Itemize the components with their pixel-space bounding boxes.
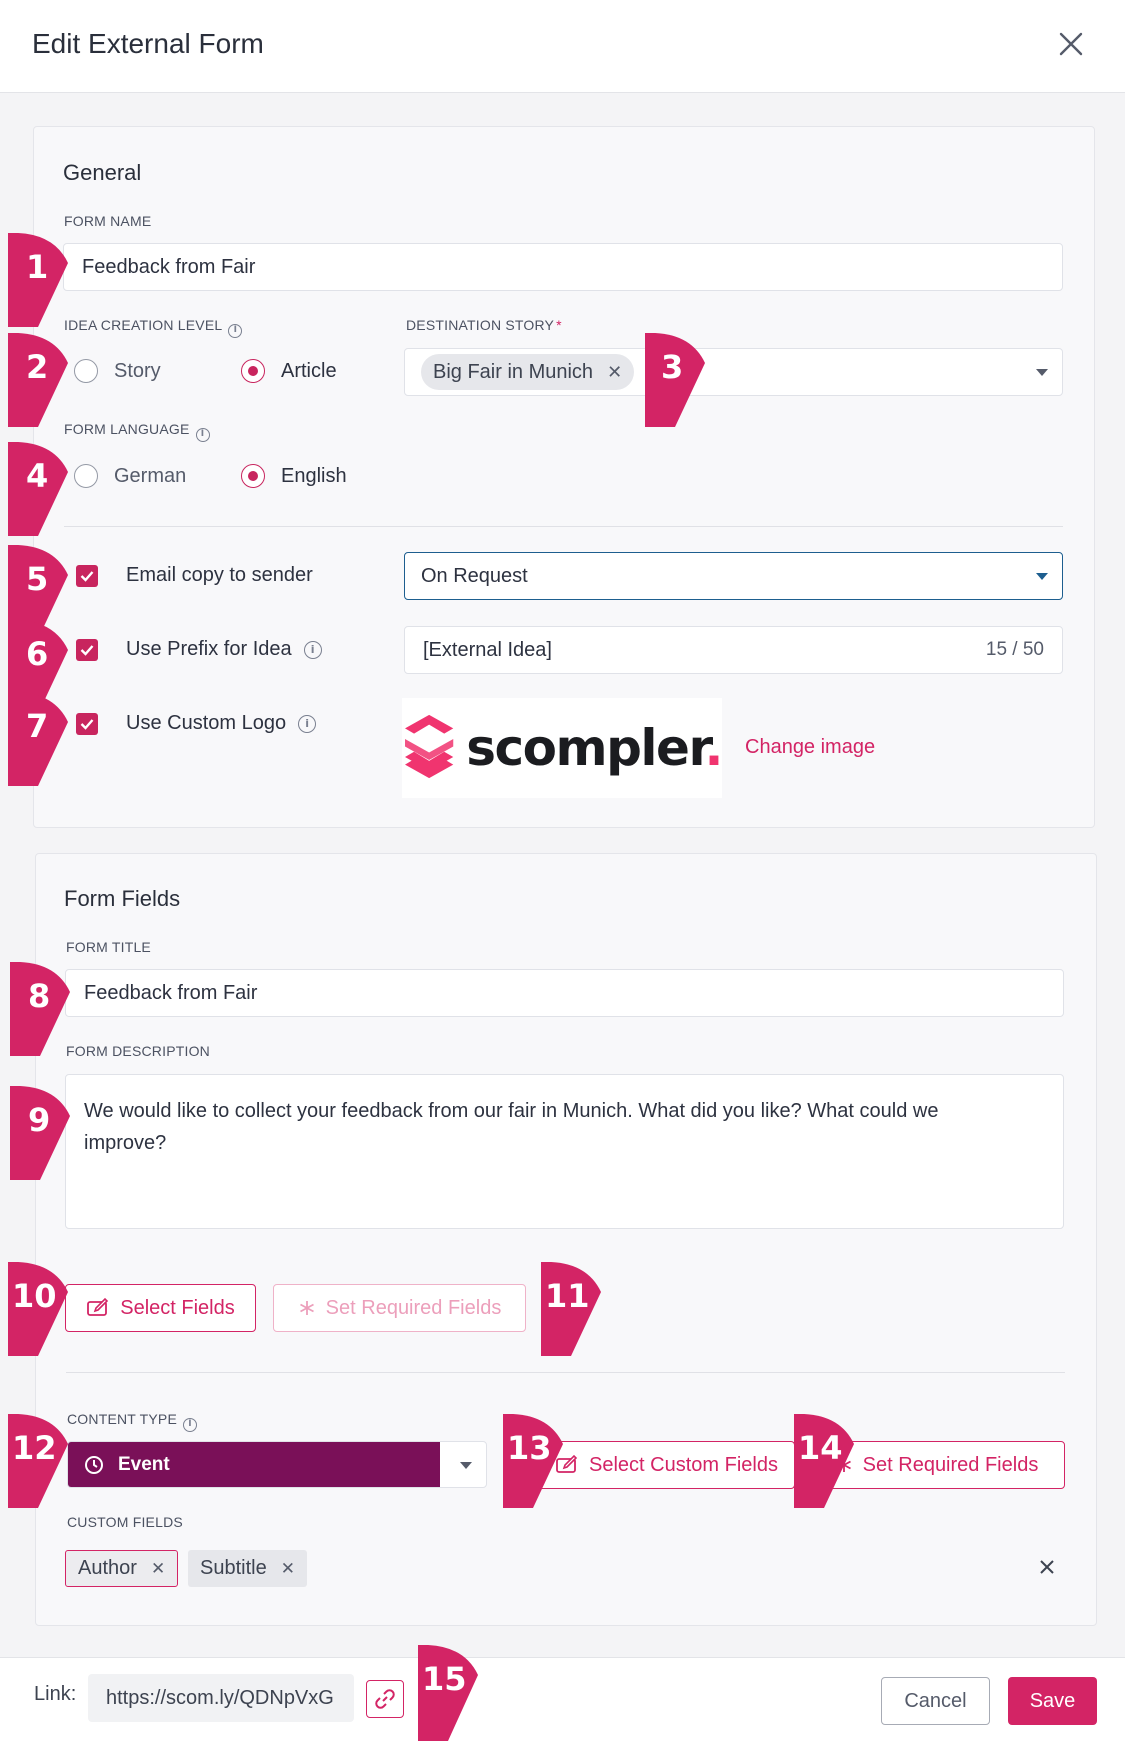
custom-field-tag-author[interactable]: Author ✕ [65, 1550, 179, 1587]
change-image-link[interactable]: Change image [745, 736, 875, 759]
chevron-down-icon [1036, 369, 1048, 376]
tag-label: Author [78, 1557, 137, 1579]
tag-label: Big Fair in Munich [433, 360, 594, 383]
set-required-fields-button-disabled[interactable]: Set Required Fields [273, 1284, 526, 1332]
remove-tag-icon[interactable]: ✕ [151, 1559, 165, 1579]
idea-level-article-radio[interactable]: Article [241, 359, 337, 383]
callout-marker-10: 10 [8, 1262, 78, 1362]
callout-marker-8: 8 [10, 962, 80, 1062]
copy-link-button[interactable] [366, 1680, 404, 1718]
link-label: Link: [34, 1683, 77, 1705]
callout-marker-4: 4 [8, 442, 78, 542]
email-copy-label: Email copy to sender [126, 564, 313, 586]
asterisk-icon [298, 1299, 316, 1317]
email-copy-checkbox[interactable] [76, 564, 98, 587]
divider [66, 1372, 1065, 1373]
button-label: Set Required Fields [325, 1296, 502, 1319]
logo-wordmark: scompler. [466, 719, 723, 777]
language-english-radio[interactable]: English [241, 464, 347, 488]
scompler-logo-icon [405, 714, 454, 779]
remove-tag-icon[interactable]: ✕ [607, 362, 622, 383]
form-name-input[interactable]: Feedback from Fair [63, 243, 1063, 291]
select-custom-fields-button[interactable]: Select Custom Fields [538, 1441, 795, 1489]
form-title-label: FORM TITLE [66, 939, 151, 955]
radio-label: Story [114, 359, 161, 382]
button-label: Select Custom Fields [589, 1453, 778, 1476]
custom-logo-label: Use Custom Logo [126, 712, 287, 734]
content-type-select[interactable]: Event [67, 1441, 487, 1488]
destination-story-label: DESTINATION STORY * [406, 317, 562, 333]
prefix-input[interactable]: [External Idea] 15 / 50 [404, 626, 1063, 674]
custom-logo-row: Use Custom Logo i [76, 712, 317, 735]
link-icon [375, 1689, 395, 1709]
link-url-field[interactable]: https://scom.ly/QDNpVxG [88, 1674, 354, 1722]
callout-marker-9: 9 [10, 1086, 80, 1186]
custom-field-tag-subtitle[interactable]: Subtitle ✕ [188, 1550, 307, 1587]
idea-level-story-radio[interactable]: Story [74, 359, 161, 383]
destination-story-tag: Big Fair in Munich ✕ [421, 354, 635, 390]
idea-level-label: IDEA CREATION LEVEL i [64, 317, 243, 338]
email-copy-mode-select[interactable]: On Request [404, 552, 1063, 600]
select-value: On Request [421, 564, 528, 587]
callout-marker-12: 12 [8, 1414, 78, 1514]
form-fields-title: Form Fields [64, 886, 181, 911]
chevron-down-icon [1036, 573, 1048, 580]
general-title: General [63, 160, 142, 185]
destination-story-select[interactable]: Big Fair in Munich ✕ [404, 348, 1063, 396]
language-german-radio[interactable]: German [74, 464, 186, 488]
form-description-textarea[interactable]: We would like to collect your feedback f… [65, 1074, 1064, 1229]
callout-marker-11: 11 [541, 1262, 611, 1362]
form-title-input[interactable]: Feedback from Fair [65, 969, 1064, 1017]
callout-marker-15: 15 [418, 1645, 488, 1741]
info-icon[interactable]: i [303, 640, 322, 659]
prefix-row: Use Prefix for Idea i [76, 638, 322, 661]
callout-marker-2: 2 [8, 333, 78, 433]
cancel-button[interactable]: Cancel [881, 1677, 990, 1725]
dialog-header: Edit External Form [0, 0, 1125, 93]
custom-logo-checkbox[interactable] [76, 712, 98, 735]
prefix-label: Use Prefix for Idea [126, 638, 292, 660]
chevron-down-icon [460, 1461, 472, 1469]
radio-label: German [114, 464, 187, 487]
custom-fields-label: CUSTOM FIELDS [67, 1514, 183, 1530]
content-type-label: CONTENT TYPE i [67, 1411, 198, 1432]
dialog-title: Edit External Form [32, 28, 264, 59]
callout-marker-14: 14 [794, 1414, 864, 1514]
button-label: Select Fields [120, 1296, 235, 1319]
prefix-value: [External Idea] [423, 638, 552, 661]
form-description-label: FORM DESCRIPTION [66, 1043, 210, 1059]
info-icon[interactable]: i [298, 714, 317, 733]
callout-marker-1: 1 [8, 233, 78, 333]
prefix-counter: 15 / 50 [985, 639, 1044, 660]
info-icon[interactable]: i [183, 1418, 198, 1432]
clear-custom-fields-icon[interactable] [1036, 1556, 1058, 1578]
custom-logo-image: scompler. [402, 698, 723, 798]
radio-label: Article [281, 359, 337, 382]
callout-marker-3: 3 [645, 333, 715, 433]
remove-tag-icon[interactable]: ✕ [281, 1559, 295, 1579]
tag-label: Subtitle [200, 1557, 267, 1579]
radio-circle [241, 359, 265, 383]
select-fields-button[interactable]: Select Fields [65, 1284, 256, 1332]
callout-marker-13: 13 [503, 1414, 573, 1514]
form-language-label: FORM LANGUAGE i [64, 421, 210, 442]
radio-circle [241, 464, 265, 488]
callout-marker-7: 7 [8, 692, 78, 792]
content-type-value: Event [118, 1453, 170, 1475]
edit-icon [86, 1297, 110, 1319]
info-icon[interactable]: i [195, 428, 210, 442]
form-name-label: FORM NAME [64, 213, 152, 229]
divider [64, 526, 1063, 527]
button-label: Set Required Fields [862, 1453, 1039, 1476]
info-icon[interactable]: i [228, 324, 243, 338]
prefix-checkbox[interactable] [76, 638, 98, 661]
radio-label: English [281, 464, 347, 487]
dialog-footer: Link: https://scom.ly/QDNpVxG Cancel Sav… [0, 1657, 1125, 1741]
content-type-chip: Event [68, 1442, 440, 1487]
email-copy-row: Email copy to sender [76, 564, 313, 587]
clock-icon [85, 1455, 103, 1474]
save-button[interactable]: Save [1008, 1677, 1097, 1725]
close-icon[interactable] [1055, 28, 1087, 60]
